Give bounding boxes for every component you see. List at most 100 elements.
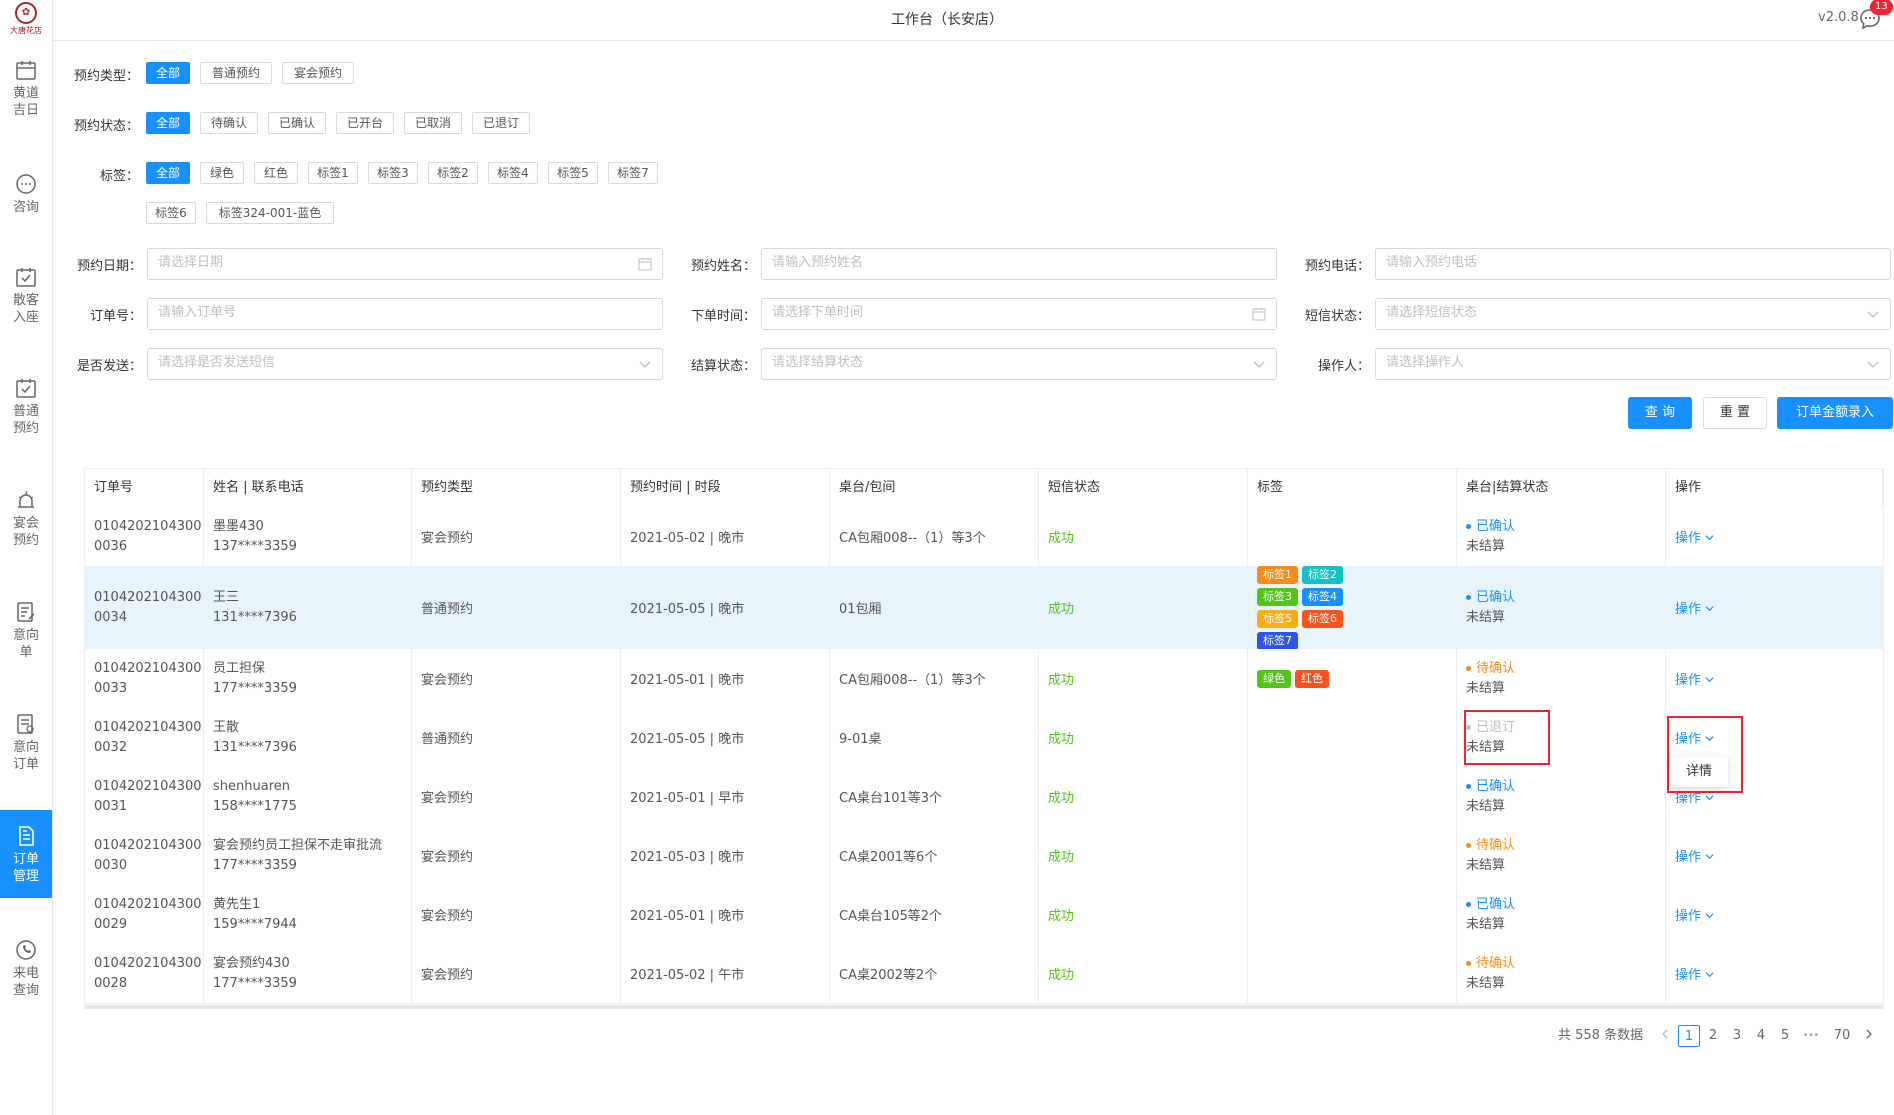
action-label: 操作	[1675, 602, 1702, 617]
filter-tag-tag_tags-3[interactable]: 标签1	[308, 162, 358, 184]
field-input-7[interactable]	[772, 355, 1184, 370]
field-input-4[interactable]	[772, 305, 1184, 320]
action-dropdown-button[interactable]: 操作	[1675, 527, 1714, 546]
order-no-part2: 0028	[94, 975, 128, 991]
sidebar-item-2[interactable]: 散客 入座	[0, 265, 52, 326]
action-dropdown-detail-item[interactable]: 详情	[1670, 757, 1728, 787]
field-input-5[interactable]	[1386, 305, 1798, 320]
filter-tag-type_tags-0[interactable]: 全部	[146, 62, 190, 84]
field-input-6[interactable]	[158, 355, 570, 370]
status-dot	[1466, 901, 1471, 907]
filter-tag-tag_tags-2[interactable]: 红色	[254, 162, 298, 184]
action-dropdown-button[interactable]: 操作	[1675, 964, 1714, 983]
table-row[interactable]: 0104202104300 0030 宴会预约员工担保不走审批流 177****335…	[85, 826, 1883, 886]
cell-time-text: 2021-05-01 | 早市	[630, 791, 745, 806]
sidebar-item-5[interactable]: 意向单	[0, 600, 52, 661]
page-button-2[interactable]: 2	[1702, 1025, 1724, 1047]
table-row[interactable]: 0104202104300 0036 墨墨430 137****3359 宴会预约 202…	[85, 507, 1883, 567]
field-8[interactable]	[1375, 348, 1891, 380]
field-input-8[interactable]	[1386, 355, 1798, 370]
filter-tag-tag_tags-5[interactable]: 标签2	[428, 162, 478, 184]
field-label-0: 预约日期：	[76, 259, 142, 274]
field-2[interactable]	[1375, 248, 1891, 280]
status-line: 待确认	[1466, 954, 1515, 974]
sms-status: 成功	[1048, 968, 1075, 983]
query-button[interactable]: 查 询	[1628, 397, 1692, 429]
field-input-0[interactable]	[158, 255, 570, 270]
field-7[interactable]	[761, 348, 1277, 380]
field-3[interactable]	[147, 298, 663, 330]
filter-tag-tag_tags-8[interactable]: 标签7	[608, 162, 658, 184]
cell-type: 普通预约	[412, 708, 621, 767]
filter-tag-tag_tags-4[interactable]: 标签3	[368, 162, 418, 184]
pagination-ellipsis[interactable]: •••	[1798, 1025, 1824, 1047]
status-dot	[1466, 594, 1471, 600]
table-row[interactable]: 0104202104300 0028 宴会预约430 177****3359 宴会预约 2…	[85, 944, 1883, 1004]
filter-tag-tag_tags2-0[interactable]: 标签6	[146, 202, 196, 224]
sidebar-item-4[interactable]: 宴会 预约	[0, 488, 52, 549]
field-0[interactable]	[147, 248, 663, 280]
filter-tag-status_tags-0[interactable]: 全部	[146, 112, 190, 134]
action-dropdown-button[interactable]: 操作	[1675, 669, 1714, 688]
filter-tag-tag_tags-1[interactable]: 绿色	[200, 162, 244, 184]
reset-button[interactable]: 重 置	[1703, 397, 1767, 429]
cell-action: 操作	[1666, 649, 1883, 708]
action-dropdown-button[interactable]: 操作	[1675, 846, 1714, 865]
sidebar-item-0[interactable]: 黄道 吉日	[0, 58, 52, 119]
sidebar-item-7[interactable]: 订单 管理	[0, 810, 52, 898]
page-button-3[interactable]: 3	[1726, 1025, 1748, 1047]
banquet-icon	[0, 488, 52, 512]
field-6[interactable]	[147, 348, 663, 380]
sidebar-item-8[interactable]: 来电 查询	[0, 938, 52, 999]
prev-page-button[interactable]	[1658, 1025, 1672, 1047]
field-label-3: 订单号：	[89, 309, 142, 324]
customer-phone: 137****3359	[213, 538, 297, 554]
status-line: 已确认	[1466, 588, 1515, 608]
filter-tag-type_tags-1[interactable]: 普通预约	[200, 62, 272, 84]
status-line: 已确认	[1466, 517, 1515, 537]
filter-tag-tag_tags2-1[interactable]: 标签324-001-蓝色	[206, 202, 334, 224]
cell-tags: 绿色 红色	[1248, 649, 1457, 708]
document-icon	[0, 712, 52, 736]
filter-tag-type_tags-2[interactable]: 宴会预约	[282, 62, 354, 84]
filter-tag-tag_tags-6[interactable]: 标签4	[488, 162, 538, 184]
filter-tag-status_tags-3[interactable]: 已开台	[336, 112, 394, 134]
filter-tag-status_tags-5[interactable]: 已退订	[472, 112, 530, 134]
order-amount-entry-button[interactable]: 订单金额录入	[1777, 397, 1893, 429]
next-page-button[interactable]	[1862, 1025, 1876, 1047]
filter-tag-status_tags-1[interactable]: 待确认	[200, 112, 258, 134]
message-count-badge: 13	[1870, 0, 1893, 15]
customer-name: 墨墨430	[213, 518, 264, 534]
booking-status: 已确认	[1476, 518, 1516, 534]
message-button[interactable]: 13	[1858, 0, 1893, 35]
field-1[interactable]	[761, 248, 1277, 280]
filter-tag-status_tags-4[interactable]: 已取消	[404, 112, 462, 134]
sidebar-item-3[interactable]: 普通 预约	[0, 376, 52, 437]
filter-tag-tag_tags-7[interactable]: 标签5	[548, 162, 598, 184]
row-tag: 标签7	[1257, 631, 1298, 650]
page-button-last[interactable]: 70	[1830, 1025, 1854, 1047]
page-button-5[interactable]: 5	[1774, 1025, 1796, 1047]
table-row[interactable]: 0104202104300 0033 员工担保 177****3359 宴会预约 2021…	[85, 649, 1883, 709]
cell-type-text: 宴会预约	[421, 673, 474, 688]
table-row[interactable]: 0104202104300 0032 王散 131****7396 普通预约 2021-0…	[85, 708, 1883, 768]
sidebar-item-1[interactable]: 咨询	[0, 172, 52, 216]
page-button-1[interactable]: 1	[1678, 1025, 1700, 1047]
sidebar-item-6[interactable]: 意向 订单	[0, 712, 52, 773]
action-dropdown-button[interactable]: 操作	[1675, 905, 1714, 924]
cell-table-text: CA包厢008--（1）等3个	[839, 673, 986, 688]
field-5[interactable]	[1375, 298, 1891, 330]
cell-type: 宴会预约	[412, 649, 621, 708]
action-dropdown-button[interactable]: 操作	[1675, 598, 1714, 617]
field-input-1[interactable]	[772, 255, 1184, 270]
field-4[interactable]	[761, 298, 1277, 330]
table-row[interactable]: 0104202104300 0031 shenhuaren 158****1775 宴会…	[85, 767, 1883, 827]
row-tag: 标签5	[1257, 609, 1298, 628]
page-button-4[interactable]: 4	[1750, 1025, 1772, 1047]
table-row[interactable]: 0104202104300 0029 黄先生1 159****7944 宴会预约 2021…	[85, 885, 1883, 945]
field-input-3[interactable]	[158, 305, 570, 320]
table-row[interactable]: 0104202104300 0034 王三 131****7396 普通预约 2021-0…	[85, 565, 1883, 650]
filter-tag-status_tags-2[interactable]: 已确认	[268, 112, 326, 134]
field-input-2[interactable]	[1386, 255, 1798, 270]
filter-tag-tag_tags-0[interactable]: 全部	[146, 162, 190, 184]
